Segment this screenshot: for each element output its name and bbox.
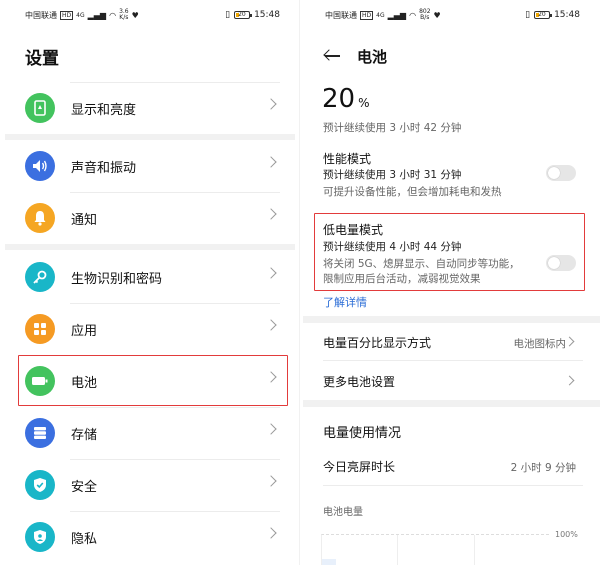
settings-item-storage[interactable]: 存储 [5,408,295,458]
vibrate-icon: ▯ [225,10,231,20]
settings-item-label: 安全 [71,479,98,495]
settings-item-label: 应用 [71,323,98,339]
settings-item-label: 声音和振动 [71,160,137,176]
screen-on-label: 今日亮屏时长 [323,460,396,474]
brightness-icon [25,93,55,123]
settings-item-label: 存储 [71,427,98,443]
battery-indicator-icon: 20 [234,11,253,19]
battery-level-label: 电池电量 [323,507,363,518]
net-speed: 3.6 K/s [119,9,129,21]
battery-remaining: 预计继续使用 3 小时 42 分钟 [323,122,462,134]
signal-bars-icon: ▂▄▆ [87,10,107,20]
wifi-icon: ◠ [409,10,417,20]
chevron-right-icon [265,98,277,110]
privacy-icon [25,522,55,552]
highlight-box-battery [18,355,288,406]
battery-level-chart [321,534,549,565]
status-carrier: 中国联通 HD 4G ▂▄▆ ◠ 3.6 K/s ♥ [25,9,139,21]
key-icon [25,262,55,292]
heart-icon: ♥ [131,10,139,20]
settings-item-label: 隐私 [71,531,98,547]
status-bar: 中国联通 HD 4G ▂▄▆ ◠ 3.6 K/s ♥ ▯ 20 15:48 [0,0,300,30]
signal-bars-icon: ▂▄▆ [387,10,407,20]
highlight-box-low-power [314,213,585,291]
settings-item-label: 生物识别和密码 [71,271,163,287]
section-separator [303,316,600,323]
performance-mode-toggle[interactable] [546,165,576,181]
vibrate-icon: ▯ [525,10,531,20]
chevron-right-icon [265,319,277,331]
chart-max-label: 100% [555,530,578,539]
settings-item-display[interactable]: 显示和亮度 [5,83,295,133]
net-speed-unit: B/s [420,14,430,21]
battery-percent-value: 20 [322,84,356,114]
shield-icon [25,470,55,500]
chart-area [322,559,336,565]
signal-icon: 4G [76,11,85,19]
performance-mode-title: 性能模式 [323,152,372,166]
wifi-icon: ◠ [109,10,117,20]
battery-level-text: 20 [538,11,546,18]
settings-item-biometrics[interactable]: 生物识别和密码 [5,252,295,302]
divider [323,485,583,486]
status-right: ▯ 20 15:48 [225,10,280,20]
net-speed: 802 B/s [419,9,430,21]
chart-gridline [397,535,398,565]
group-separator [5,244,295,250]
carrier-name: 中国联通 [25,10,57,20]
settings-item-label: 通知 [71,212,98,228]
back-arrow-icon[interactable] [323,48,340,64]
group-separator [5,134,295,140]
carrier-name: 中国联通 [325,10,357,20]
status-carrier: 中国联通 HD 4G ▂▄▆ ◠ 802 B/s ♥ [325,9,441,21]
chevron-right-icon [265,527,277,539]
settings-item-sound[interactable]: 声音和振动 [5,141,295,191]
battery-percent: 20% [322,84,370,114]
settings-item-notifications[interactable]: 通知 [5,193,295,243]
chevron-right-icon [265,423,277,435]
status-bar: 中国联通 HD 4G ▂▄▆ ◠ 802 B/s ♥ ▯ 20 15:48 [300,0,600,30]
status-time: 15:48 [254,10,280,20]
chevron-right-icon [265,267,277,279]
settings-item-security[interactable]: 安全 [5,460,295,510]
settings-item-privacy[interactable]: 隐私 [5,512,295,562]
bell-icon [25,203,55,233]
chevron-right-icon [265,208,277,220]
heart-icon: ♥ [433,10,441,20]
battery-percent-unit: % [358,96,370,110]
storage-icon [25,418,55,448]
status-time: 15:48 [554,10,580,20]
performance-mode-desc: 可提升设备性能，但会增加耗电和发热 [323,186,502,198]
battery-indicator-icon: 20 [534,11,553,19]
section-separator [303,400,600,407]
settings-item-label: 显示和亮度 [71,102,137,118]
learn-more-link[interactable]: 了解详情 [323,294,367,310]
usage-title: 电量使用情况 [323,426,402,441]
percent-display-label[interactable]: 电量百分比显示方式 [323,334,431,351]
settings-item-apps[interactable]: 应用 [5,304,295,354]
battery-level-text: 20 [238,11,246,18]
page-title: 电池 [357,48,388,66]
chevron-right-icon [265,156,277,168]
screen-on-value: 2 小时 9 分钟 [510,462,576,474]
back-arrow-head [323,49,335,61]
percent-display-value: 电池图标内 [513,338,567,350]
signal-icon: 4G [376,11,385,19]
performance-mode-estimate: 预计继续使用 3 小时 31 分钟 [323,169,462,181]
divider [323,360,583,361]
chevron-right-icon [265,475,277,487]
page-title: 设置 [25,49,59,69]
speaker-icon [25,151,55,181]
toggle-knob [548,167,560,179]
settings-panel: 中国联通 HD 4G ▂▄▆ ◠ 3.6 K/s ♥ ▯ 20 15:48 设置… [0,0,300,565]
apps-icon [25,314,55,344]
hd-badge: HD [360,10,374,20]
more-battery-settings[interactable]: 更多电池设置 [323,373,395,390]
chart-gridline [474,535,475,565]
status-right: ▯ 20 15:48 [525,10,580,20]
hd-badge: HD [60,10,74,20]
net-speed-unit: K/s [119,14,129,21]
screen-root: 中国联通 HD 4G ▂▄▆ ◠ 3.6 K/s ♥ ▯ 20 15:48 设置… [0,0,600,565]
